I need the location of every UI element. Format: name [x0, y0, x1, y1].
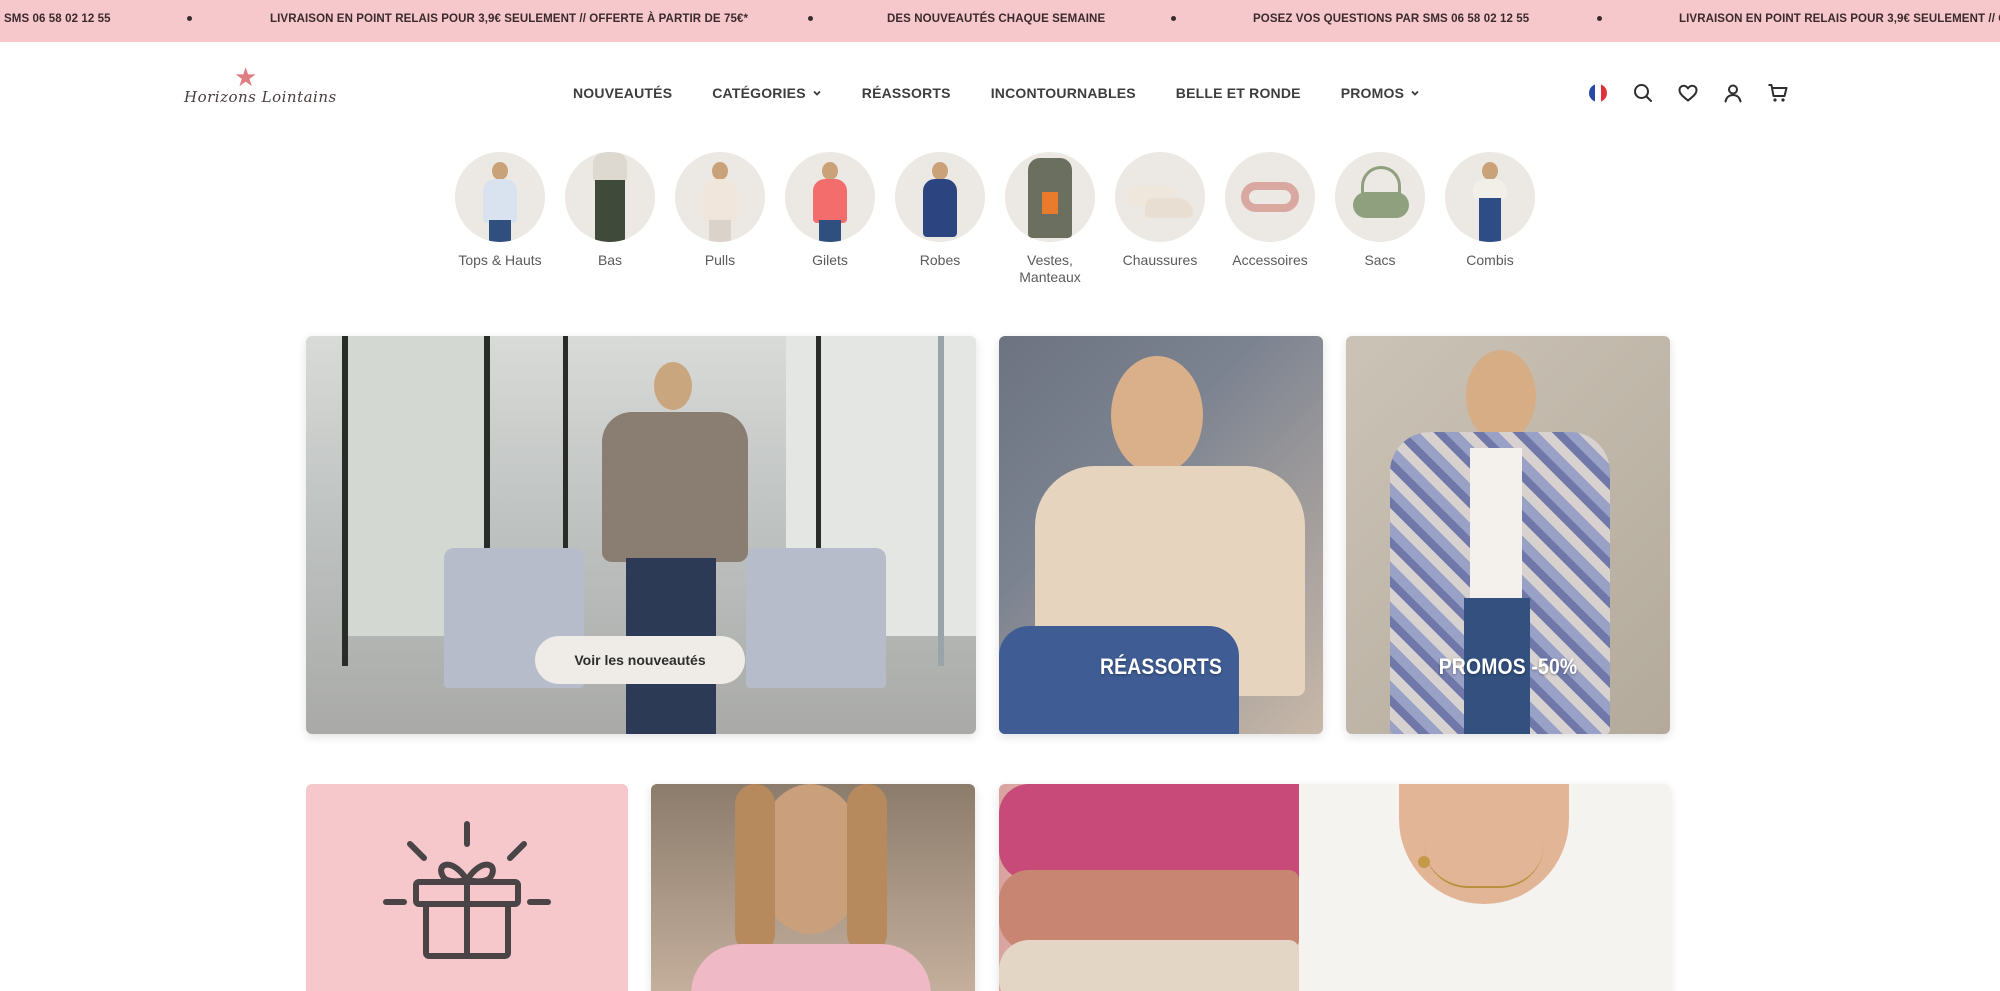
separator-dot — [1597, 16, 1602, 21]
category-label: Gilets — [812, 252, 848, 268]
category-pulls[interactable]: Pulls — [670, 152, 770, 269]
model-head — [1466, 350, 1536, 442]
necklace-charm — [1418, 856, 1430, 868]
chevron-down-icon — [812, 88, 822, 98]
category-label: Pulls — [704, 252, 736, 268]
announcement-item: SMS 06 58 02 12 55 — [4, 13, 111, 25]
cart-button[interactable] — [1766, 81, 1790, 105]
category-tops[interactable]: Tops & Hauts — [450, 152, 550, 269]
account-icon — [1724, 84, 1742, 103]
category-thumbnail — [895, 152, 985, 242]
search-icon — [1634, 84, 1652, 102]
account-button[interactable] — [1721, 81, 1745, 105]
category-bas[interactable]: Bas — [560, 152, 660, 269]
category-label: Chaussures — [1122, 252, 1198, 268]
category-accessoires[interactable]: Accessoires — [1220, 152, 1320, 269]
model-head — [1111, 356, 1203, 474]
wishlist-button[interactable] — [1676, 81, 1700, 105]
folded-knit — [999, 784, 1311, 880]
category-thumbnail — [1445, 152, 1535, 242]
see-new-arrivals-button[interactable]: Voir les nouveautés — [535, 636, 745, 684]
site-header: ★ Horizons Lointains NOUVEAUTÉS CATÉGORI… — [0, 42, 2000, 142]
category-thumbnail — [1115, 152, 1205, 242]
category-gilets[interactable]: Gilets — [780, 152, 880, 269]
collection-tile[interactable] — [651, 784, 975, 991]
knitwear-tile[interactable] — [999, 784, 1670, 991]
heart-icon — [1678, 84, 1698, 102]
nav-label: PROMOS — [1340, 85, 1405, 101]
french-flag-icon — [1589, 84, 1607, 102]
separator-dot — [1171, 16, 1176, 21]
promos-caption: PROMOS -50% — [1438, 654, 1578, 679]
nav-belle-et-ronde[interactable]: BELLE ET RONDE — [1176, 85, 1301, 101]
category-label: Accessoires — [1232, 252, 1308, 268]
nav-incontournables[interactable]: INCONTOURNABLES — [991, 85, 1136, 101]
announcement-item: LIVRAISON EN POINT RELAIS POUR 3,9€ SEUL… — [270, 13, 749, 25]
language-selector[interactable] — [1586, 81, 1610, 105]
gift-card-tile[interactable] — [306, 784, 628, 991]
category-robes[interactable]: Robes — [890, 152, 990, 269]
category-chaussures[interactable]: Chaussures — [1110, 152, 1210, 269]
nav-categories[interactable]: CATÉGORIES — [712, 85, 822, 101]
category-thumbnail — [785, 152, 875, 242]
category-label: Vestes, Manteaux — [1019, 252, 1081, 285]
logo-text: Horizons Lointains — [184, 88, 337, 106]
category-label: Tops & Hauts — [458, 252, 542, 268]
category-label: Bas — [597, 252, 623, 268]
nav-nouveautes[interactable]: NOUVEAUTÉS — [573, 85, 672, 101]
nav-label: CATÉGORIES — [712, 85, 806, 101]
nav-promos[interactable]: PROMOS — [1341, 85, 1420, 101]
category-thumbnail — [1225, 152, 1315, 242]
separator-dot — [808, 16, 813, 21]
category-thumbnail — [1335, 152, 1425, 242]
model-pink-top — [691, 944, 931, 991]
promos-tile[interactable]: PROMOS -50% — [1346, 336, 1670, 734]
category-thumbnail — [675, 152, 765, 242]
category-label: Robes — [919, 252, 961, 268]
header-icons — [1586, 80, 1790, 106]
category-vestes[interactable]: Vestes, Manteaux — [1000, 152, 1100, 286]
category-combis[interactable]: Combis — [1440, 152, 1540, 269]
model-sweater — [602, 412, 748, 562]
gift-icon — [383, 821, 551, 959]
nav-label: RÉASSORTS — [861, 85, 951, 101]
category-thumbnail — [565, 152, 655, 242]
model-jeans — [999, 626, 1239, 734]
restock-caption: RÉASSORTS — [1099, 654, 1223, 679]
announcement-item: POSEZ VOS QUESTIONS PAR SMS 06 58 02 12 … — [1253, 13, 1530, 25]
star-logo-icon: ★ — [234, 62, 258, 92]
category-sacs[interactable]: Sacs — [1330, 152, 1430, 269]
announcement-bar: SMS 06 58 02 12 55 LIVRAISON EN POINT RE… — [0, 0, 2000, 42]
nav-label: BELLE ET RONDE — [1175, 85, 1301, 101]
logo[interactable]: ★ Horizons Lointains — [180, 62, 336, 120]
folded-knit — [999, 940, 1299, 991]
nav-reassorts[interactable]: RÉASSORTS — [862, 85, 951, 101]
announcement-item: DES NOUVEAUTÉS CHAQUE SEMAINE — [887, 13, 1106, 25]
category-label: Combis — [1466, 252, 1514, 268]
category-label: Sacs — [1364, 252, 1396, 268]
category-thumbnail — [1005, 152, 1095, 242]
folded-knit — [999, 870, 1299, 950]
main-nav: NOUVEAUTÉS CATÉGORIES RÉASSORTS INCONTOU… — [573, 81, 1420, 105]
announcement-item: LIVRAISON EN POINT RELAIS POUR 3,9€ SEUL… — [1679, 13, 2000, 25]
armchair — [746, 548, 886, 688]
nav-label: INCONTOURNABLES — [990, 85, 1136, 101]
model-head — [654, 362, 692, 410]
cart-icon — [1768, 84, 1788, 102]
separator-dot — [187, 16, 192, 21]
chevron-down-icon — [1410, 88, 1420, 98]
new-arrivals-tile[interactable]: Voir les nouveautés — [306, 336, 976, 734]
restock-tile[interactable]: RÉASSORTS — [999, 336, 1323, 734]
category-thumbnail — [455, 152, 545, 242]
nav-label: NOUVEAUTÉS — [573, 85, 673, 101]
search-button[interactable] — [1631, 81, 1655, 105]
model-blouse — [1470, 448, 1522, 598]
